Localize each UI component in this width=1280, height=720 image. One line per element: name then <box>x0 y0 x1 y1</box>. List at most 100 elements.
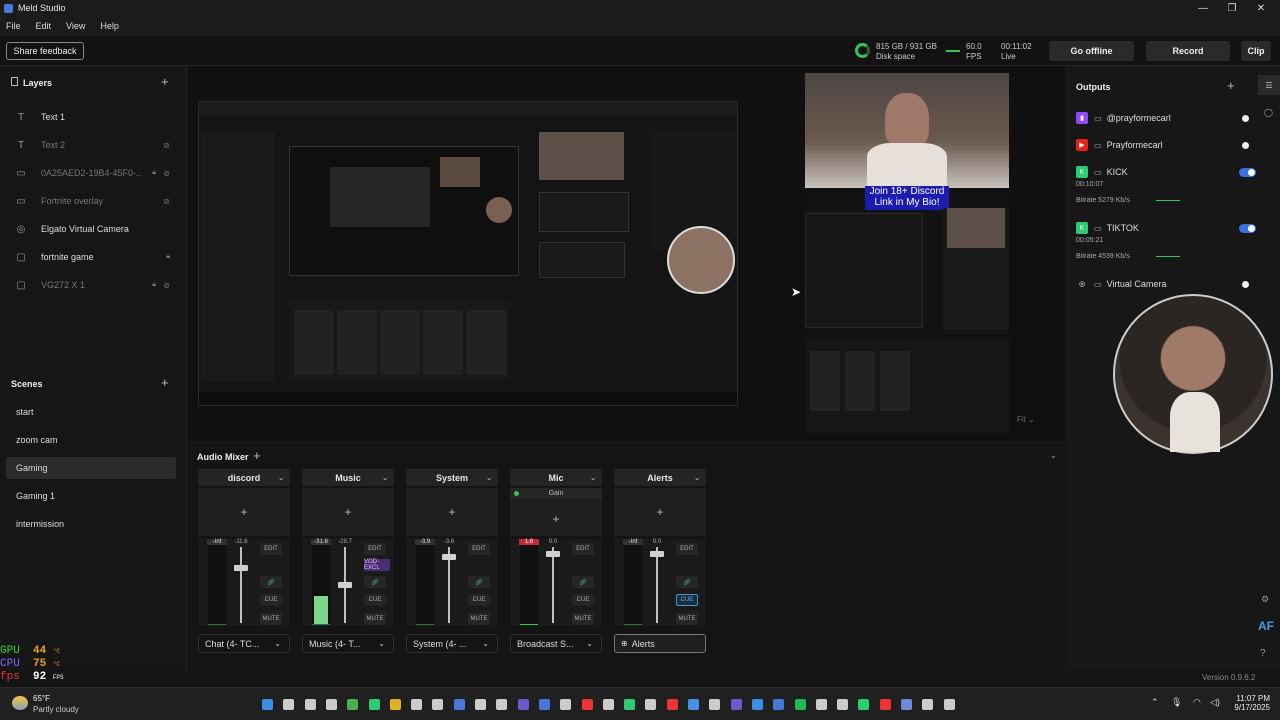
channel-menu-icon[interactable]: ⌄ <box>486 474 492 482</box>
add-output-icon[interactable]: + <box>1227 79 1235 92</box>
taskbar-app-icon[interactable] <box>496 699 508 710</box>
weather-icon[interactable] <box>12 696 28 710</box>
scene-item[interactable]: Gaming 1 <box>6 485 176 507</box>
vertical-canvas[interactable]: Join 18+ Discord Link in My Bio! <box>805 73 1009 433</box>
menu-view[interactable]: View <box>66 21 85 31</box>
add-filter-icon[interactable]: + <box>656 505 663 519</box>
add-filter-area[interactable]: + <box>406 488 498 536</box>
volume-fader-knob[interactable] <box>650 550 664 557</box>
volume-fader-knob[interactable] <box>234 564 248 571</box>
taskbar-app-icon[interactable] <box>602 699 614 710</box>
eye-off-icon[interactable]: ⊘ <box>163 281 170 290</box>
audio-source-select[interactable]: Music (4- T... ⌄ <box>302 634 394 653</box>
link-icon[interactable]: 🔗︎ <box>260 576 282 588</box>
channel-menu-icon[interactable]: ⌄ <box>278 474 284 482</box>
mute-button[interactable]: MUTE <box>260 613 282 625</box>
link-icon[interactable]: 🔗︎ <box>572 576 594 588</box>
share-feedback-button[interactable]: Share feedback <box>6 42 84 60</box>
add-filter-area[interactable]: + <box>614 488 706 536</box>
output-item[interactable]: ▶ ▭ Prayformecarl <box>1076 137 1256 153</box>
mute-button[interactable]: MUTE <box>572 613 594 625</box>
lock-icon[interactable]: 🔒︎ <box>166 253 170 261</box>
layer-item[interactable]: T Text 2 ⊘ <box>6 132 176 158</box>
channel-menu-icon[interactable]: ⌄ <box>590 474 596 482</box>
channel-menu-icon[interactable]: ⌄ <box>694 474 700 482</box>
taskbar-app-icon[interactable] <box>837 699 849 710</box>
add-filter-icon[interactable]: + <box>448 505 455 519</box>
output-toggle[interactable] <box>1239 141 1256 150</box>
link-icon[interactable]: 🔗︎ <box>364 576 386 588</box>
mute-button[interactable]: MUTE <box>676 613 698 625</box>
add-filter-icon[interactable]: + <box>344 505 351 519</box>
layer-item[interactable]: ◎ Elgato Virtual Camera <box>6 216 176 242</box>
clip-button[interactable]: Clip <box>1241 41 1271 61</box>
taskbar-app-icon[interactable] <box>709 699 721 710</box>
cue-button[interactable]: CUE <box>260 594 282 606</box>
layer-item[interactable]: ▢ fortnite game 🔒︎ <box>6 244 176 270</box>
help-icon[interactable]: ? <box>1260 648 1266 659</box>
taskbar-app-icon[interactable] <box>858 699 870 710</box>
chat-icon[interactable]: ◯ <box>1264 108 1273 117</box>
preview-area[interactable]: Join 18+ Discord Link in My Bio! ➤ Fit ⌄ <box>188 66 1065 441</box>
taskbar-app-icon[interactable] <box>645 699 657 710</box>
edit-button[interactable]: EDIT <box>364 543 386 555</box>
taskbar-app-icon[interactable] <box>751 699 763 710</box>
clock[interactable]: 11:07 PM 9/17/2025 <box>1234 694 1270 712</box>
add-filter-area[interactable]: + <box>198 488 290 536</box>
taskbar-app-icon[interactable] <box>283 699 295 710</box>
taskbar-app-icon[interactable] <box>432 699 444 710</box>
taskbar-app-icon[interactable] <box>368 699 380 710</box>
mute-button[interactable]: MUTE <box>468 613 490 625</box>
taskbar-app-icon[interactable] <box>730 699 742 710</box>
channel-menu-icon[interactable]: ⌄ <box>382 474 388 482</box>
tray-chevron-icon[interactable]: ⌃ <box>1151 697 1159 708</box>
output-item[interactable]: K ▭ KICK <box>1076 164 1256 180</box>
volume-icon[interactable]: ◁) <box>1210 697 1220 708</box>
taskbar-app-icon[interactable] <box>560 699 572 710</box>
layer-item[interactable]: ▢ VG272 X 1 🔒︎ ⊘ <box>6 272 176 298</box>
channel-header[interactable]: Alerts ⌄ <box>614 469 706 486</box>
audio-source-select[interactable]: System (4- ... ⌄ <box>406 634 498 653</box>
collapse-mixer-icon[interactable]: ⌄ <box>1050 451 1057 460</box>
app-badge-icon[interactable]: AF <box>1258 619 1274 633</box>
link-icon[interactable]: 🔗︎ <box>468 576 490 588</box>
channel-header[interactable]: discord ⌄ <box>198 469 290 486</box>
volume-fader-track[interactable] <box>552 547 554 623</box>
record-button[interactable]: Record <box>1146 41 1230 61</box>
channel-header[interactable]: System ⌄ <box>406 469 498 486</box>
taskbar-app-icon[interactable] <box>624 699 636 710</box>
taskbar-app-icon[interactable] <box>688 699 699 710</box>
volume-fader-knob[interactable] <box>546 550 560 557</box>
volume-fader-track[interactable] <box>656 547 658 623</box>
mute-button[interactable]: MUTE <box>364 613 386 625</box>
taskbar-app-icon[interactable] <box>773 699 785 710</box>
weather-temp[interactable]: 65°F <box>33 694 50 703</box>
taskbar-app-icon[interactable] <box>581 699 593 710</box>
add-audio-icon[interactable]: + <box>253 449 261 462</box>
taskbar-app-icon[interactable] <box>794 699 806 710</box>
taskbar-app-icon[interactable] <box>666 699 678 710</box>
taskbar-app-icon[interactable] <box>411 699 423 710</box>
output-toggle[interactable] <box>1239 223 1256 233</box>
scene-item[interactable]: zoom cam <box>6 429 176 451</box>
add-filter-area[interactable]: + <box>302 488 394 536</box>
output-item[interactable]: ▮ ▭ @prayformecarl <box>1076 110 1256 126</box>
taskbar-app-icon[interactable] <box>475 699 486 710</box>
audio-source-select[interactable]: Broadcast S... ⌄ <box>510 634 602 653</box>
menu-edit[interactable]: Edit <box>36 21 52 31</box>
taskbar-app-icon[interactable] <box>538 699 550 710</box>
taskbar-app-icon[interactable] <box>304 699 316 710</box>
settings-icon[interactable]: ⚙ <box>1261 594 1269 605</box>
close-icon[interactable]: ✕ <box>1246 0 1276 16</box>
eye-off-icon[interactable]: ⊘ <box>163 141 170 150</box>
menu-help[interactable]: Help <box>100 21 119 31</box>
main-canvas[interactable] <box>198 101 738 406</box>
restore-icon[interactable]: ❐ <box>1217 0 1247 16</box>
taskbar-app-icon[interactable] <box>325 699 337 710</box>
cue-button[interactable]: CUE <box>468 594 490 606</box>
output-toggle[interactable] <box>1239 167 1256 177</box>
audio-source-select[interactable]: Chat (4- TC... ⌄ <box>198 634 290 653</box>
audio-source-select[interactable]: ⊕ Alerts <box>614 634 706 653</box>
edit-button[interactable]: EDIT <box>676 543 698 555</box>
output-item[interactable]: K ▭ TIKTOK <box>1076 220 1256 236</box>
